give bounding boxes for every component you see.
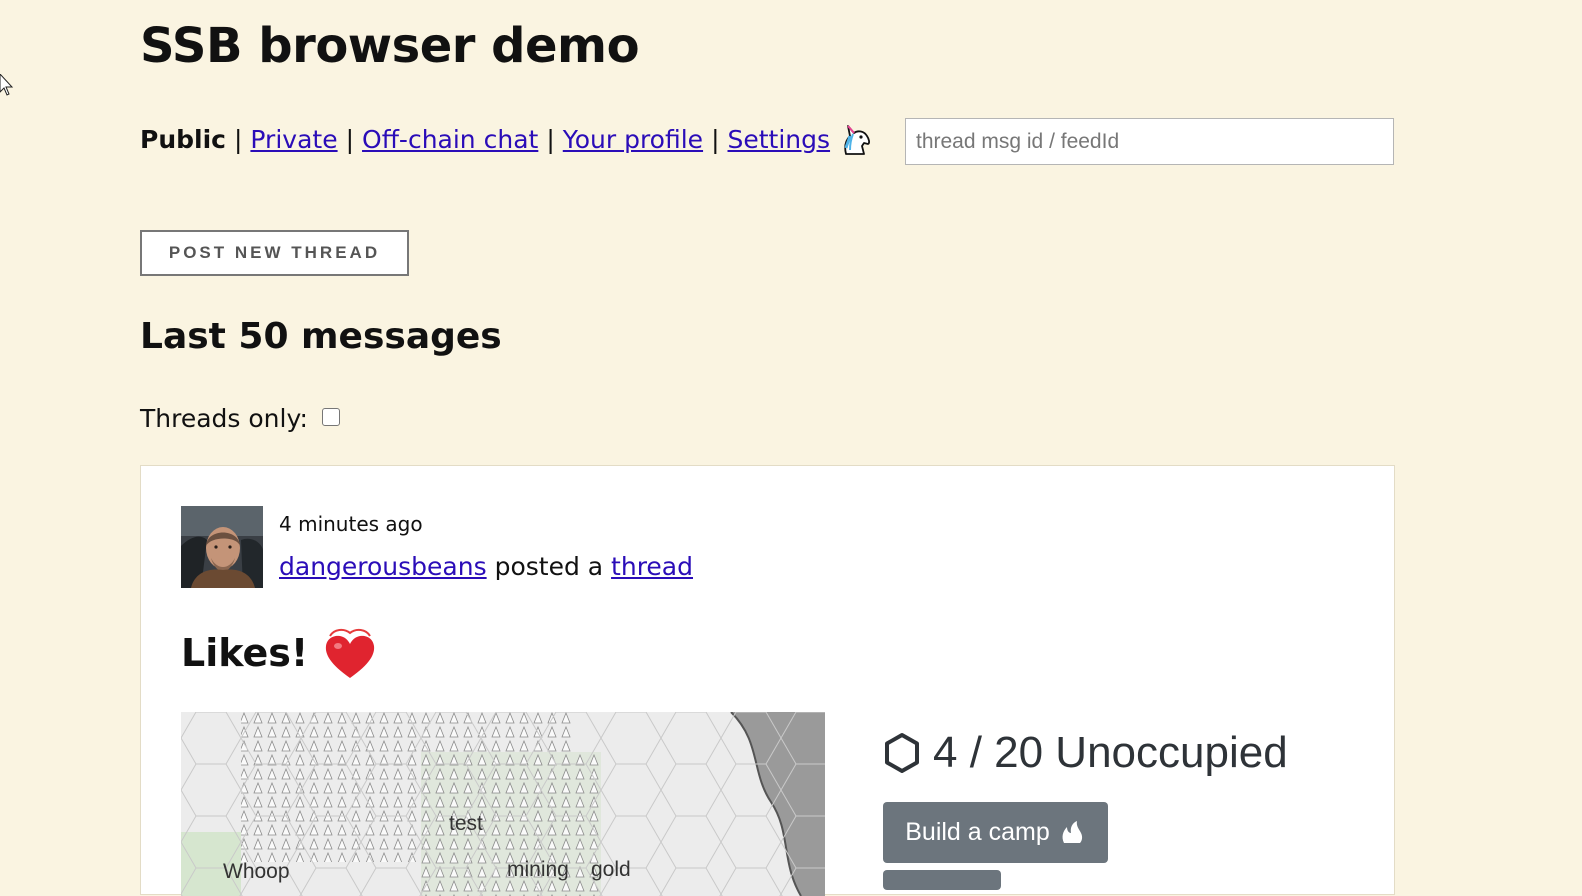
threads-only-label: Threads only: [140, 404, 308, 433]
map-label-test: test [449, 812, 483, 835]
nav-item-public: Public [140, 124, 226, 154]
map-label-mining: mining [507, 858, 569, 881]
thread-link[interactable]: thread [611, 552, 693, 581]
nav-separator: | [711, 124, 720, 154]
threads-only-checkbox[interactable] [321, 407, 340, 426]
secondary-button[interactable] [883, 870, 1001, 890]
main-nav: Public | Private | Off-chain chat | Your… [140, 122, 872, 156]
map-label-gold: gold [591, 858, 631, 881]
nav-link-private[interactable]: Private [250, 125, 337, 154]
occupancy-text: 4 / 20 Unoccupied [933, 728, 1288, 777]
map-view[interactable]: test Whoop mining gold [181, 712, 825, 896]
nav-link-your-profile[interactable]: Your profile [563, 125, 703, 154]
nav-link-settings[interactable]: Settings [728, 125, 831, 154]
byline-action: posted a [494, 552, 604, 581]
page-title: SSB browser demo [140, 18, 640, 74]
nav-separator: | [546, 124, 555, 154]
post-new-thread-button[interactable]: POST NEW THREAD [140, 230, 409, 276]
message-byline: dangerousbeans posted a thread [279, 552, 693, 581]
nav-separator: | [233, 124, 243, 154]
avatar[interactable] [181, 506, 263, 588]
nav-link-off-chain-chat[interactable]: Off-chain chat [362, 125, 538, 154]
nav-separator: | [345, 124, 355, 154]
search-input[interactable]: thread msg id / feedId [905, 118, 1394, 165]
message-card: 4 minutes ago dangerousbeans posted a th… [140, 465, 1395, 896]
mouse-cursor-icon [0, 74, 14, 96]
post-title-text: Likes! [181, 631, 309, 675]
heart-icon [326, 628, 375, 678]
build-camp-button[interactable]: Build a camp [883, 802, 1108, 863]
post-title: Likes! [181, 626, 378, 680]
occupancy-status: 4 / 20 Unoccupied [883, 728, 1288, 778]
author-link[interactable]: dangerousbeans [279, 552, 487, 581]
build-camp-label: Build a camp [905, 818, 1050, 846]
campfire-icon [1062, 820, 1082, 843]
feed-heading: Last 50 messages [140, 316, 502, 357]
unicorn-icon[interactable] [840, 122, 872, 156]
hexagon-icon [885, 733, 919, 773]
threads-only-filter: Threads only: [140, 404, 340, 433]
message-timestamp: 4 minutes ago [279, 512, 423, 536]
